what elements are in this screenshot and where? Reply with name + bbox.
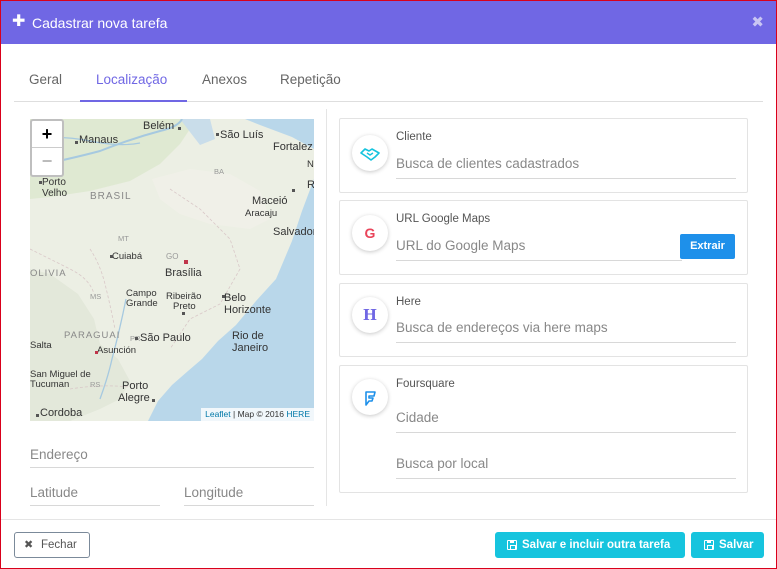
- tab-repeticao[interactable]: Repetição: [280, 71, 341, 89]
- extract-button[interactable]: Extrair: [680, 234, 735, 259]
- cliente-card: Cliente Busca de clientes cadastrados: [339, 118, 748, 193]
- cliente-label: Cliente: [396, 131, 432, 143]
- svg-text:Porto: Porto: [122, 380, 148, 392]
- tab-bar: Geral Localização Anexos Repetição: [14, 59, 763, 102]
- floppy-icon: [507, 540, 517, 550]
- svg-text:Preto: Preto: [173, 301, 196, 312]
- svg-text:MT: MT: [118, 234, 129, 243]
- google-maps-label: URL Google Maps: [396, 213, 491, 225]
- zoom-in-button[interactable]: +: [32, 121, 62, 148]
- cliente-search-input[interactable]: Busca de clientes cadastrados: [396, 155, 736, 179]
- svg-text:Belo: Belo: [224, 292, 246, 304]
- google-icon: G: [352, 215, 388, 251]
- svg-text:Asunción: Asunción: [97, 345, 136, 356]
- svg-text:Rio de: Rio de: [232, 330, 264, 342]
- svg-text:São Luís: São Luís: [220, 129, 264, 141]
- svg-text:GO: GO: [166, 252, 178, 261]
- svg-text:São Paulo: São Paulo: [140, 332, 191, 344]
- google-maps-card: G URL Google Maps URL do Google Maps Ext…: [339, 200, 748, 275]
- svg-text:BA: BA: [214, 167, 224, 176]
- footer-divider: [1, 519, 776, 520]
- here-search-input[interactable]: Busca de endereços via here maps: [396, 319, 736, 343]
- map-zoom-control: + −: [30, 119, 64, 177]
- svg-text:RS: RS: [90, 380, 100, 389]
- latitude-field[interactable]: Latitude: [30, 484, 160, 506]
- save-button[interactable]: Salvar: [691, 532, 764, 558]
- save-label: Salvar: [719, 539, 754, 551]
- svg-text:Belém: Belém: [143, 120, 174, 132]
- foursquare-card: Foursquare Cidade Busca por local: [339, 365, 748, 493]
- longitude-field[interactable]: Longitude: [184, 484, 314, 506]
- svg-text:Horizonte: Horizonte: [224, 304, 271, 316]
- foursquare-local-input[interactable]: Busca por local: [396, 455, 736, 479]
- task-dialog: ✚ Cadastrar nova tarefa ✖ Geral Localiza…: [0, 0, 777, 569]
- tab-anexos[interactable]: Anexos: [202, 71, 247, 89]
- foursquare-city-input[interactable]: Cidade: [396, 409, 736, 433]
- save-and-new-button[interactable]: Salvar e incluir outra tarefa: [495, 532, 685, 558]
- svg-text:Velho: Velho: [42, 188, 67, 199]
- svg-text:Maceió: Maceió: [252, 195, 287, 207]
- svg-text:Porto: Porto: [42, 177, 66, 188]
- svg-text:OLIVIA: OLIVIA: [30, 268, 67, 279]
- here-label: Here: [396, 296, 421, 308]
- leaflet-link[interactable]: Leaflet: [205, 409, 231, 419]
- plus-icon: ✚: [12, 13, 26, 30]
- map-tiles: Belém Manaus São Luís Fortalez Porto Vel…: [30, 119, 314, 421]
- svg-text:Tucuman: Tucuman: [30, 379, 69, 390]
- save-and-new-label: Salvar e incluir outra tarefa: [522, 539, 671, 551]
- active-tab-indicator: [80, 100, 187, 102]
- svg-text:Cordoba: Cordoba: [40, 407, 83, 419]
- map-view[interactable]: Belém Manaus São Luís Fortalez Porto Vel…: [30, 119, 314, 421]
- floppy-icon: [704, 540, 714, 550]
- svg-text:R: R: [307, 179, 314, 191]
- svg-text:Alegre: Alegre: [118, 392, 150, 404]
- svg-text:Salta: Salta: [30, 340, 52, 351]
- svg-text:N: N: [307, 159, 314, 170]
- tab-geral[interactable]: Geral: [29, 71, 62, 89]
- dialog-titlebar: ✚ Cadastrar nova tarefa ✖: [1, 1, 776, 44]
- google-maps-url-input[interactable]: URL do Google Maps: [396, 237, 682, 261]
- zoom-out-button[interactable]: −: [32, 148, 62, 175]
- close-button-label: Fechar: [41, 539, 77, 551]
- svg-text:Fortalez: Fortalez: [273, 141, 313, 153]
- close-icon[interactable]: ✖: [751, 14, 764, 31]
- svg-text:BRASIL: BRASIL: [90, 191, 132, 202]
- dialog-title: Cadastrar nova tarefa: [32, 15, 168, 31]
- svg-text:Janeiro: Janeiro: [232, 342, 268, 354]
- svg-text:MS: MS: [90, 292, 101, 301]
- tab-localizacao[interactable]: Localização: [96, 71, 167, 89]
- svg-text:Grande: Grande: [126, 298, 158, 309]
- handshake-icon: [352, 135, 388, 171]
- close-x-icon: ✖: [24, 539, 34, 551]
- map-attribution: Leaflet | Map © 2016 HERE: [201, 408, 314, 421]
- close-button[interactable]: ✖ Fechar: [14, 532, 90, 558]
- svg-text:Manaus: Manaus: [79, 134, 119, 146]
- here-icon: H: [352, 297, 388, 333]
- here-card: H Here Busca de endereços via here maps: [339, 283, 748, 357]
- svg-text:Cuiabá: Cuiabá: [112, 251, 143, 262]
- column-divider: [326, 109, 327, 506]
- address-field[interactable]: Endereço: [30, 446, 314, 468]
- here-link[interactable]: HERE: [286, 409, 310, 419]
- foursquare-label: Foursquare: [396, 378, 455, 390]
- svg-text:Brasília: Brasília: [165, 267, 203, 279]
- svg-text:Aracaju: Aracaju: [245, 208, 277, 219]
- svg-text:Salvador: Salvador: [273, 226, 314, 238]
- foursquare-icon: [352, 379, 388, 415]
- svg-text:PARAGUAI: PARAGUAI: [64, 330, 120, 341]
